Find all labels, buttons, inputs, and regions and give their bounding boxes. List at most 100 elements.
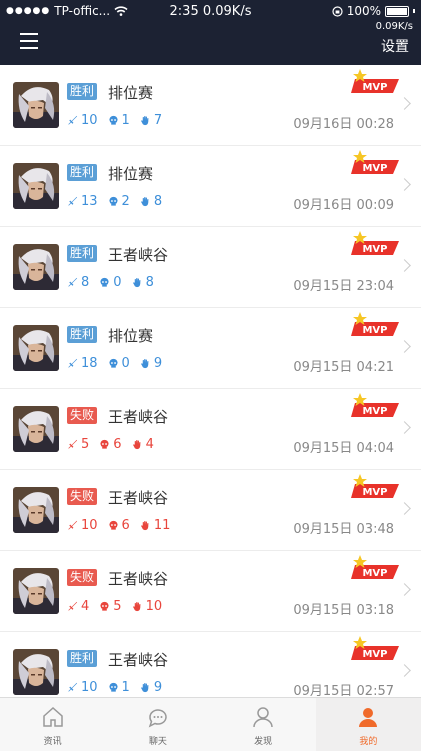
kda-stats: 13 2 8 — [67, 194, 162, 209]
assists-stat: 8 — [132, 275, 154, 290]
hero-avatar — [13, 244, 59, 290]
kda-stats: 10 1 7 — [67, 113, 162, 128]
sword-icon — [68, 682, 78, 692]
kda-stats: 18 0 9 — [67, 356, 162, 371]
tab-chat[interactable]: 聊天 — [105, 698, 210, 751]
assists-stat: 11 — [140, 518, 170, 533]
svg-text:MVP: MVP — [362, 163, 387, 174]
game-mode: 王者峡谷 — [108, 489, 169, 507]
tab-discover[interactable]: 发现 — [211, 698, 316, 751]
match-row[interactable]: 胜利 排位赛 13 2 8 09月16日 00:09 MVP — [0, 146, 421, 227]
hand-icon — [140, 521, 149, 531]
status-bar: ●●●●● TP-offic... 2:35 0.09K/s 100% — [0, 3, 421, 21]
tab-mine-label: 我的 — [359, 737, 378, 747]
kda-stats: 8 0 8 — [67, 275, 154, 290]
match-row[interactable]: 胜利 排位赛 18 0 9 09月15日 04:21 MVP — [0, 308, 421, 389]
svg-text:MVP: MVP — [362, 325, 387, 336]
orientation-lock-icon — [332, 5, 343, 17]
sword-icon — [68, 115, 78, 125]
mvp-badge: MVP — [351, 69, 399, 93]
match-date: 09月16日 00:09 — [293, 198, 394, 213]
mvp-badge: MVP — [351, 474, 399, 498]
match-row[interactable]: 胜利 排位赛 10 1 7 09月16日 00:28 MVP — [0, 65, 421, 146]
assists-stat: 9 — [140, 356, 162, 371]
home-icon — [42, 706, 63, 727]
battery-percent: 100% — [346, 4, 381, 18]
match-date: 09月15日 03:48 — [293, 522, 394, 537]
tab-chat-label: 聊天 — [148, 737, 167, 747]
skull-icon — [100, 439, 109, 449]
match-date: 09月15日 23:04 — [293, 279, 394, 294]
kda-stats: 5 6 4 — [67, 437, 154, 452]
mvp-badge: MVP — [351, 150, 399, 174]
deaths-stat: 1 — [108, 113, 130, 128]
result-badge: 失败 — [67, 407, 98, 424]
person-filled-icon — [359, 708, 378, 727]
match-row[interactable]: 失败 王者峡谷 4 5 10 09月15日 03:18 MVP — [0, 551, 421, 632]
kills-stat: 10 — [67, 680, 98, 695]
assists-stat: 4 — [132, 437, 154, 452]
result-badge: 胜利 — [67, 83, 98, 100]
result-badge: 胜利 — [67, 164, 98, 181]
result-badge: 失败 — [67, 488, 98, 505]
kills-stat: 4 — [67, 599, 89, 614]
hand-icon — [140, 197, 149, 207]
assists-stat: 9 — [140, 680, 162, 695]
svg-text:MVP: MVP — [362, 82, 387, 93]
status-time: 2:35 — [169, 4, 199, 19]
kills-stat: 10 — [67, 518, 98, 533]
person-outline-icon — [253, 707, 273, 728]
game-mode: 王者峡谷 — [108, 651, 169, 669]
match-date: 09月16日 00:28 — [293, 117, 394, 132]
match-row[interactable]: 胜利 王者峡谷 10 1 9 09月15日 02:57 MVP — [0, 632, 421, 697]
hand-icon — [132, 602, 140, 612]
tab-news[interactable]: 资讯 — [0, 698, 105, 751]
tab-mine[interactable]: 我的 — [315, 698, 421, 751]
kda-stats: 10 1 9 — [67, 680, 162, 695]
hero-avatar — [13, 325, 59, 371]
tab-discover-label: 发现 — [254, 737, 273, 747]
match-date: 09月15日 03:18 — [293, 603, 394, 618]
chat-icon — [148, 709, 167, 728]
svg-text:MVP: MVP — [362, 487, 387, 498]
sword-icon — [68, 439, 78, 449]
menu-button[interactable] — [20, 33, 38, 49]
skull-icon — [108, 115, 118, 125]
match-date: 09月15日 04:21 — [293, 360, 394, 375]
settings-button[interactable]: 设置 — [381, 36, 409, 56]
result-badge: 胜利 — [67, 650, 98, 667]
hand-icon — [132, 440, 140, 450]
sword-icon — [68, 277, 78, 287]
deaths-stat: 6 — [99, 437, 122, 452]
deaths-stat: 0 — [108, 356, 130, 371]
hero-avatar — [13, 163, 59, 209]
mvp-badge: MVP — [351, 393, 399, 417]
deaths-stat: 2 — [108, 194, 130, 209]
match-row[interactable]: 失败 王者峡谷 5 6 4 09月15日 04:04 MVP — [0, 389, 421, 470]
game-mode: 排位赛 — [108, 84, 154, 102]
assists-stat: 8 — [140, 194, 162, 209]
hero-avatar — [13, 487, 59, 533]
match-list: 胜利 排位赛 10 1 7 09月16日 00:28 MVP 胜利 排位赛 13… — [0, 65, 421, 697]
match-row[interactable]: 失败 王者峡谷 10 6 11 09月15日 03:48 MVP — [0, 470, 421, 551]
sword-icon — [68, 196, 78, 206]
kills-stat: 18 — [67, 356, 98, 371]
skull-icon — [108, 358, 118, 368]
kills-stat: 8 — [67, 275, 89, 290]
network-speed: 0.09K/s — [375, 21, 413, 32]
deaths-stat: 0 — [99, 275, 122, 290]
kda-stats: 4 5 10 — [67, 599, 162, 614]
chevron-right-icon — [398, 259, 411, 272]
chevron-right-icon — [398, 664, 411, 677]
kills-stat: 10 — [67, 113, 98, 128]
hand-icon — [132, 278, 140, 288]
kills-stat: 5 — [67, 437, 89, 452]
sword-icon — [68, 520, 78, 530]
app-header: ●●●●● TP-offic... 2:35 0.09K/s 100% 0.09… — [0, 0, 421, 65]
deaths-stat: 1 — [108, 680, 130, 695]
game-mode: 王者峡谷 — [108, 570, 169, 588]
tab-bar: 资讯 聊天 发现 我的 — [0, 697, 421, 751]
hero-avatar — [13, 82, 59, 128]
match-row[interactable]: 胜利 王者峡谷 8 0 8 09月15日 23:04 MVP — [0, 227, 421, 308]
status-speed: 0.09K/s — [202, 4, 252, 19]
